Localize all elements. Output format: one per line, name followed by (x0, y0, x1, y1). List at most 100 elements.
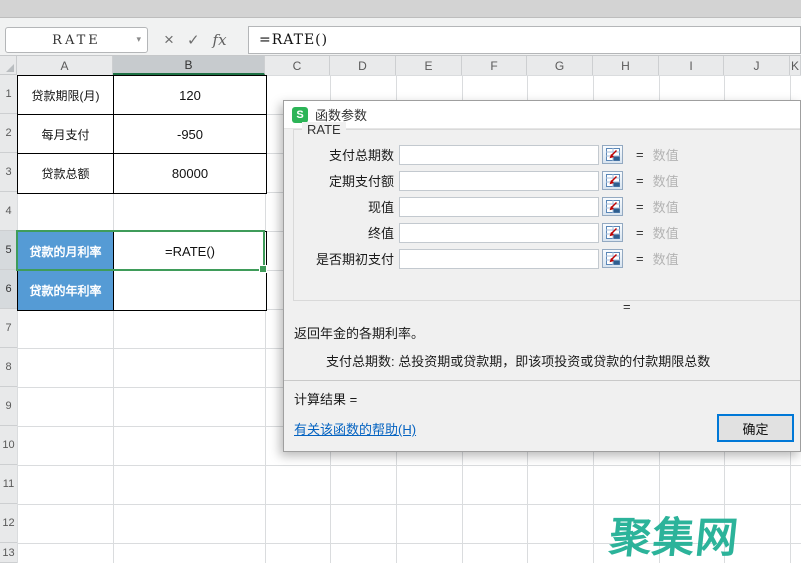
formula-bar: RATE ▾ × ✓ fx =RATE() (0, 18, 801, 56)
function-description: 返回年金的各期利率。 (294, 323, 424, 342)
cell-a1[interactable]: 贷款期限(月) (18, 76, 114, 115)
argument-row-pmt: 定期支付额 = 数值 (294, 170, 801, 191)
argument-type-hint: 数值 (653, 249, 679, 268)
range-picker-icon (606, 226, 620, 239)
argument-row-type: 是否期初支付 = 数值 (294, 248, 801, 269)
cancel-icon[interactable]: × (164, 30, 174, 50)
column-header-a[interactable]: A (17, 56, 113, 75)
argument-row-pv: 现值 = 数值 (294, 196, 801, 217)
argument-label: 终值 (294, 223, 399, 242)
equals-sign: = (636, 251, 644, 266)
cell-a2[interactable]: 每月支付 (18, 115, 114, 154)
range-picker-button[interactable] (602, 249, 623, 268)
column-header-g[interactable]: G (527, 56, 593, 75)
cell-b3[interactable]: 80000 (114, 154, 266, 193)
column-header-f[interactable]: F (462, 56, 527, 75)
function-arguments-dialog: S 函数参数 RATE 支付总期数 = 数值 定期支付额 (283, 100, 801, 452)
range-picker-button[interactable] (602, 223, 623, 242)
insert-function-icon[interactable]: fx (213, 31, 227, 49)
column-header-j[interactable]: J (724, 56, 790, 75)
range-picker-icon (606, 252, 620, 265)
cell-b5[interactable]: =RATE() (114, 232, 266, 271)
argument-row-nper: 支付总期数 = 数值 (294, 144, 801, 165)
row-header-2[interactable]: 2 (0, 114, 17, 153)
wps-app-icon: S (292, 107, 308, 123)
gridline (17, 504, 801, 505)
cell-a5[interactable]: 贷款的月利率 (18, 232, 114, 271)
argument-rows: 支付总期数 = 数值 定期支付额 = 数值 (294, 144, 801, 269)
row-header-12[interactable]: 12 (0, 504, 17, 543)
column-header-i[interactable]: I (659, 56, 724, 75)
gridline (17, 543, 801, 544)
argument-type-hint: 数值 (653, 145, 679, 164)
row-header-10[interactable]: 10 (0, 426, 17, 465)
name-box[interactable]: RATE ▾ (5, 27, 148, 53)
function-help-link[interactable]: 有关该函数的帮助(H) (294, 419, 416, 438)
gridline (17, 465, 801, 466)
divider (284, 380, 800, 381)
pv-input[interactable] (399, 197, 599, 217)
range-picker-button[interactable] (602, 197, 623, 216)
range-picker-icon (606, 200, 620, 213)
row-header-13[interactable]: 13 (0, 543, 17, 563)
argument-label: 支付总期数 (294, 145, 399, 164)
formula-text: =RATE() (259, 32, 328, 48)
range-picker-icon (606, 148, 620, 161)
equals-sign: = (636, 147, 644, 162)
column-header-c[interactable]: C (265, 56, 330, 75)
select-all-corner[interactable] (0, 56, 17, 75)
argument-label: 现值 (294, 197, 399, 216)
ok-button[interactable]: 确定 (717, 414, 794, 442)
row-header-5[interactable]: 5 (0, 231, 17, 270)
column-header-k[interactable]: K (790, 56, 801, 75)
wps-spreadsheet-window: RATE ▾ × ✓ fx =RATE() (0, 0, 801, 563)
argument-description: 支付总期数: 总投资期或贷款期，即该项投资或贷款的付款期限总数 (326, 351, 710, 370)
argument-row-fv: 终值 = 数值 (294, 222, 801, 243)
formula-result-equals: = (623, 299, 631, 314)
rate-function-group: RATE 支付总期数 = 数值 定期支付额 (293, 129, 801, 301)
loan-input-table: 贷款期限(月) 120 每月支付 -950 贷款总额 80000 (17, 75, 267, 194)
row-header-7[interactable]: 7 (0, 309, 17, 348)
cell-b6[interactable] (114, 271, 266, 310)
equals-sign: = (636, 225, 644, 240)
row-header-8[interactable]: 8 (0, 348, 17, 387)
cell-a6[interactable]: 贷款的年利率 (18, 271, 114, 310)
toolbar-strip (0, 0, 801, 18)
function-name-label: RATE (302, 122, 346, 137)
row-header-1[interactable]: 1 (0, 75, 17, 114)
row-header-4[interactable]: 4 (0, 192, 17, 231)
range-picker-button[interactable] (602, 171, 623, 190)
column-header-h[interactable]: H (593, 56, 659, 75)
name-box-dropdown-icon[interactable]: ▾ (136, 35, 141, 45)
type-input[interactable] (399, 249, 599, 269)
cell-a3[interactable]: 贷款总额 (18, 154, 114, 193)
name-box-value: RATE (52, 33, 101, 48)
formula-input[interactable]: =RATE() (248, 26, 801, 54)
range-picker-icon (606, 174, 620, 187)
formula-bar-icons: × ✓ fx (164, 27, 246, 53)
fv-input[interactable] (399, 223, 599, 243)
column-header-e[interactable]: E (396, 56, 462, 75)
row-header-3[interactable]: 3 (0, 153, 17, 192)
equals-sign: = (636, 173, 644, 188)
argument-type-hint: 数值 (653, 171, 679, 190)
argument-label: 是否期初支付 (294, 249, 399, 268)
nper-input[interactable] (399, 145, 599, 165)
column-header-b[interactable]: B (113, 56, 265, 75)
cell-b2[interactable]: -950 (114, 115, 266, 154)
row-header-6[interactable]: 6 (0, 270, 17, 309)
row-header-11[interactable]: 11 (0, 465, 17, 504)
cell-b1[interactable]: 120 (114, 76, 266, 115)
calculation-result-label: 计算结果 = (294, 389, 357, 408)
argument-type-hint: 数值 (653, 197, 679, 216)
argument-type-hint: 数值 (653, 223, 679, 242)
argument-label: 定期支付额 (294, 171, 399, 190)
loan-result-table: 贷款的月利率 =RATE() 贷款的年利率 (17, 231, 267, 311)
row-header-9[interactable]: 9 (0, 387, 17, 426)
pmt-input[interactable] (399, 171, 599, 191)
column-header-d[interactable]: D (330, 56, 396, 75)
dialog-title-bar[interactable]: S 函数参数 (284, 101, 800, 129)
confirm-icon[interactable]: ✓ (187, 31, 200, 49)
range-picker-button[interactable] (602, 145, 623, 164)
equals-sign: = (636, 199, 644, 214)
